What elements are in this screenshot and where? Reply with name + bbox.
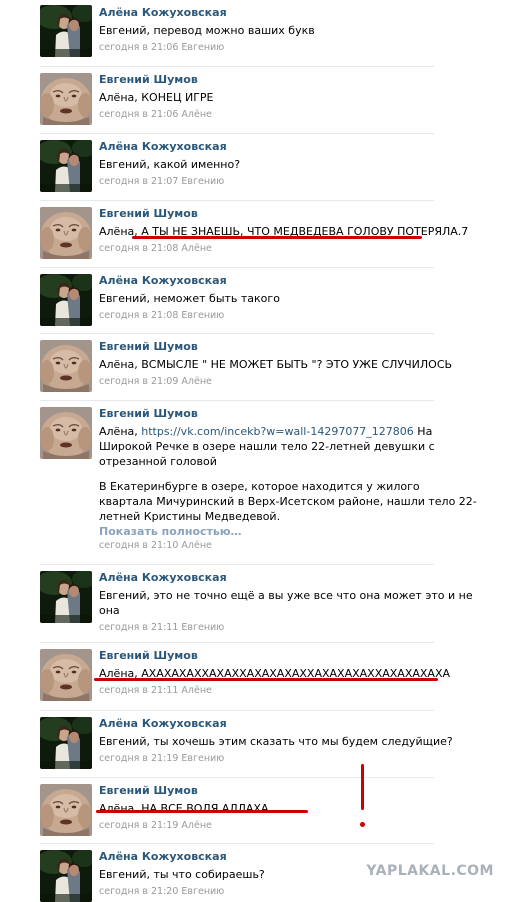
text-line: она [99, 604, 120, 617]
post-timestamp[interactable]: сегодня в 21:07 Евгению [99, 175, 434, 189]
avatar[interactable] [40, 850, 92, 902]
text-prefix: Алёна, [99, 425, 142, 438]
wall-post: Алёна Кожуховская Евгений, это не точно … [40, 564, 473, 643]
text-line: летней Кристины Медведевой. [99, 510, 281, 523]
post-timestamp[interactable]: сегодня в 21:08 Алёне [99, 242, 434, 256]
post-text: Алёна, КОНЕЦ ИГРЕ [99, 91, 214, 104]
wall-post: Алёна Кожуховская Евгений, перевод можно… [40, 2, 434, 64]
avatar[interactable] [40, 274, 92, 326]
author-link[interactable]: Евгений Шумов [99, 340, 434, 354]
post-timestamp[interactable]: сегодня в 21:19 Алёне [99, 819, 434, 833]
avatar[interactable] [40, 207, 92, 259]
post-timestamp[interactable]: сегодня в 21:11 Алёне [99, 684, 434, 698]
post-timestamp[interactable]: сегодня в 21:09 Алёне [99, 375, 434, 389]
wall-post: Алёна Кожуховская Евгений, какой именно?… [40, 133, 434, 198]
post-timestamp[interactable]: сегодня в 21:06 Евгению [99, 41, 434, 55]
avatar[interactable] [40, 649, 92, 701]
text-line: отрезанной головой [99, 455, 217, 468]
red-exclamation-mark [361, 764, 364, 810]
avatar[interactable] [40, 340, 92, 392]
author-link[interactable]: Евгений Шумов [99, 207, 434, 221]
post-text: Евгений, перевод можно ваших букв [99, 24, 315, 37]
text-line: В Екатеринбурге в озере, которое находит… [99, 480, 420, 493]
post-timestamp[interactable]: сегодня в 21:08 Евгению [99, 309, 434, 323]
red-underline-annotation [96, 810, 308, 813]
post-text: Евгений, какой именно? [99, 158, 241, 171]
post-text: Алёна, https://vk.com/incekb?w=wall-1429… [99, 424, 477, 539]
wall-post: Алёна Кожуховская Евгений, неможет быть … [40, 267, 434, 330]
wall-post: Евгений Шумов Алёна, ВСМЫСЛЕ " НЕ МОЖЕТ … [40, 333, 453, 398]
watermark: YAPLAKAL.COM [366, 863, 494, 879]
post-timestamp[interactable]: сегодня в 21:10 Алёне [99, 539, 434, 553]
avatar[interactable] [40, 73, 92, 125]
avatar[interactable] [40, 5, 92, 57]
wall-post: Евгений Шумов Алёна, https://vk.com/ince… [40, 400, 477, 561]
post-timestamp[interactable]: сегодня в 21:20 Евгению [99, 885, 434, 899]
post-link[interactable]: https://vk.com/incekb?w=wall-14297077_12… [141, 425, 414, 438]
red-underline-annotation [132, 236, 422, 239]
avatar[interactable] [40, 140, 92, 192]
post-timestamp[interactable]: сегодня в 21:11 Евгению [99, 621, 434, 635]
avatar[interactable] [40, 784, 92, 836]
wall-post: Алёна Кожуховская Евгений, ты хочешь эти… [40, 710, 453, 775]
red-underline-annotation [94, 678, 438, 681]
author-link[interactable]: Евгений Шумов [99, 407, 434, 421]
avatar[interactable] [40, 717, 92, 769]
post-text: Алёна, ВСМЫСЛЕ " НЕ МОЖЕТ БЫТЬ "? ЭТО УЖ… [99, 358, 453, 371]
author-link[interactable]: Алёна Кожуховская [99, 850, 434, 864]
avatar[interactable] [40, 407, 92, 459]
author-link[interactable]: Евгений Шумов [99, 73, 434, 87]
text-line: Евгений, это не точно ещё а вы уже все ч… [99, 589, 473, 602]
text-line: квартала Мичуринский в Верх-Исетском рай… [99, 495, 477, 508]
post-timestamp[interactable]: сегодня в 21:06 Алёне [99, 108, 434, 122]
post-text: Евгений, это не точно ещё а вы уже все ч… [99, 588, 473, 618]
author-link[interactable]: Алёна Кожуховская [99, 140, 434, 154]
wall-post: Евгений Шумов Алёна, А ТЫ НЕ ЗНАЕШЬ, ЧТО… [40, 200, 468, 265]
author-link[interactable]: Евгений Шумов [99, 784, 434, 798]
red-exclamation-dot [360, 822, 365, 827]
wall-post: Евгений Шумов Алёна, АХАХАХАХХАХАХХАХАХА… [40, 642, 450, 707]
post-text: Алёна, НА ВСЕ ВОЛЯ АЛЛАХА [99, 802, 269, 815]
author-link[interactable]: Алёна Кожуховская [99, 571, 434, 585]
author-link[interactable]: Алёна Кожуховская [99, 274, 434, 288]
author-link[interactable]: Алёна Кожуховская [99, 717, 434, 731]
author-link[interactable]: Алёна Кожуховская [99, 6, 434, 20]
wall-post: Евгений Шумов Алёна, КОНЕЦ ИГРЕ сегодня … [40, 66, 434, 131]
show-more-link[interactable]: Показать полностью… [99, 524, 434, 539]
author-link[interactable]: Евгений Шумов [99, 649, 434, 663]
text-suffix: На [413, 425, 433, 438]
post-timestamp[interactable]: сегодня в 21:19 Евгению [99, 752, 434, 766]
post-text: Евгений, ты хочешь этим сказать что мы б… [99, 735, 453, 748]
post-text: Евгений, неможет быть такого [99, 292, 280, 305]
text-line: Широкой Речке в озере нашли тело 22-летн… [99, 440, 435, 453]
avatar[interactable] [40, 571, 92, 623]
